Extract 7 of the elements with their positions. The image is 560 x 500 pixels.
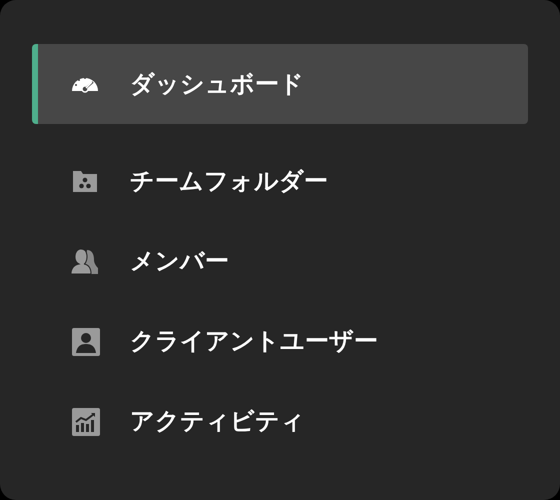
chart-icon — [70, 406, 100, 436]
nav-item[interactable]: メンバー — [32, 221, 528, 301]
nav-item[interactable]: チームフォルダー — [32, 141, 528, 221]
nav-item[interactable]: ダッシュボード — [32, 44, 528, 124]
nav-item[interactable]: クライアントユーザー — [32, 301, 528, 381]
nav-item[interactable]: アクティビティ — [32, 381, 528, 461]
user-card-icon — [70, 326, 100, 356]
